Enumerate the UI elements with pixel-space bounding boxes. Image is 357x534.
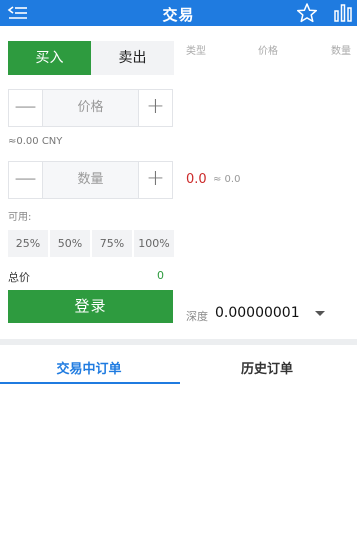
percent-75-button[interactable]: 75% [92, 230, 132, 257]
tab-order-history[interactable]: 历史订单 [178, 358, 356, 377]
amount-increase-button[interactable]: + [138, 162, 172, 198]
active-tab-indicator [0, 382, 180, 384]
tab-open-orders[interactable]: 交易中订单 [0, 358, 178, 377]
section-divider [0, 339, 357, 345]
price-decrease-button[interactable]: — [9, 90, 43, 126]
buy-tab[interactable]: 买入 [8, 41, 91, 75]
login-button[interactable]: 登录 [8, 290, 173, 323]
price-cny-estimate: ≈0.00 CNY [8, 136, 63, 147]
amount-stepper: — 数量 + [8, 161, 173, 199]
depth-value[interactable]: 0.00000001 [215, 305, 300, 321]
percent-100-button[interactable]: 100% [134, 230, 174, 257]
chart-icon[interactable] [332, 3, 354, 23]
percent-25-button[interactable]: 25% [8, 230, 48, 257]
sell-tab[interactable]: 卖出 [91, 41, 174, 75]
depth-label: 深度 [186, 310, 208, 323]
orderbook-price-header: 价格 [258, 46, 278, 57]
last-price: 0.0 [186, 172, 207, 187]
amount-decrease-button[interactable]: — [9, 162, 43, 198]
last-price-approx: ≈ 0.0 [213, 174, 241, 185]
percent-50-button[interactable]: 50% [50, 230, 90, 257]
available-label: 可用: [8, 212, 32, 223]
top-bar: 交易 [0, 0, 357, 26]
star-icon[interactable] [296, 2, 318, 24]
price-increase-button[interactable]: + [138, 90, 172, 126]
total-value: 0 [157, 269, 164, 282]
chevron-down-icon[interactable] [314, 310, 326, 318]
amount-input[interactable]: 数量 [43, 162, 138, 198]
total-label: 总价 [8, 271, 30, 284]
price-stepper: — 价格 + [8, 89, 173, 127]
price-input[interactable]: 价格 [43, 90, 138, 126]
orderbook-amount-header: 数量 [331, 46, 351, 57]
orderbook-type-header: 类型 [186, 46, 206, 57]
